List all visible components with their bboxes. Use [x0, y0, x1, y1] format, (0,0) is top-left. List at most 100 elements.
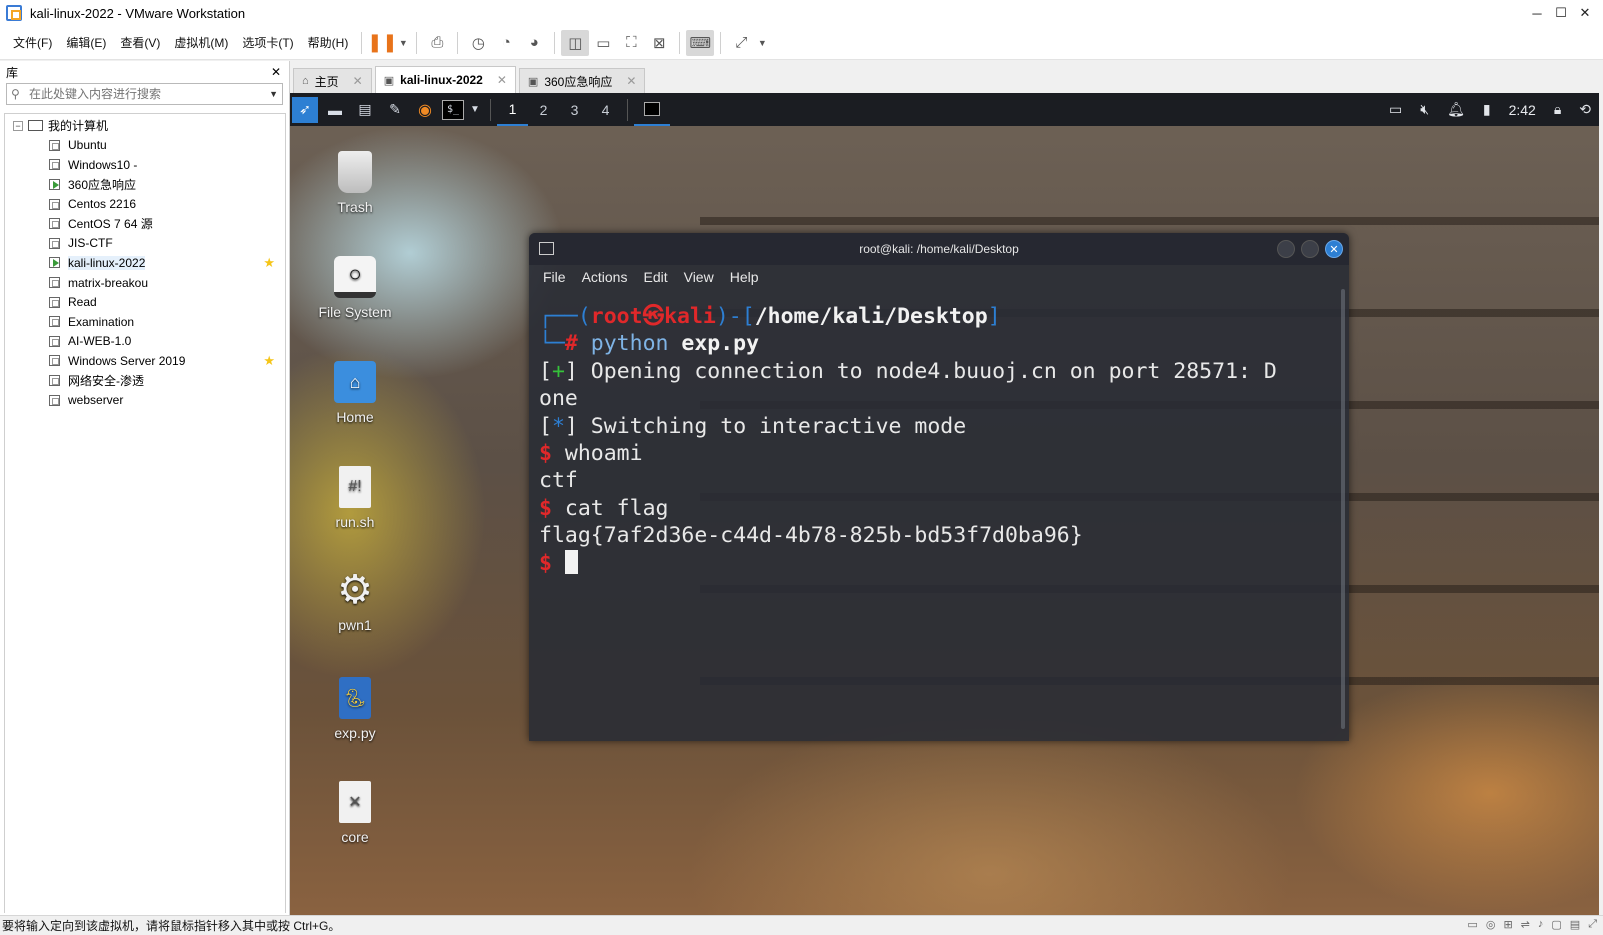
vm-icon	[49, 375, 60, 387]
terminal-menu-edit[interactable]: Edit	[643, 269, 667, 285]
revert-snapshot-icon[interactable]: ◔	[492, 30, 520, 56]
usb-icon[interactable]: ⇌	[1521, 918, 1530, 931]
terminal-menu-view[interactable]: View	[684, 269, 714, 285]
taskbar-terminal-button[interactable]	[634, 93, 670, 126]
tree-item-windows10[interactable]: Windows10 -	[5, 155, 285, 175]
terminal-menu-actions[interactable]: Actions	[582, 269, 628, 285]
tree-item-label: 360应急响应	[68, 178, 137, 193]
volume-muted-icon[interactable]: 🔇︎	[1420, 101, 1429, 118]
vm-display[interactable]: ➶ ▬ ▤ ✎ ◉ $_ ▼ 1 2 3 4 ▭ 🔇︎ 🔔︎ ▮ 2:42 🔒︎…	[290, 93, 1599, 916]
tree-item-examination[interactable]: Examination	[5, 312, 285, 332]
menu-file[interactable]: 文件(F)	[6, 34, 59, 51]
tab-close-icon[interactable]: ✕	[353, 74, 363, 88]
launcher-dropdown-icon[interactable]: ▼	[468, 97, 482, 123]
tree-item-centos-7[interactable]: CentOS 7 64 源	[5, 214, 285, 234]
collapse-icon[interactable]: −	[13, 120, 23, 131]
cd-rom-icon[interactable]: ◎	[1486, 918, 1496, 931]
thumbnail-bar-icon[interactable]: ▭	[589, 30, 617, 56]
tree-item-read[interactable]: Read	[5, 292, 285, 312]
tree-item-security[interactable]: 网络安全-渗透	[5, 371, 285, 391]
tree-item-360[interactable]: 360应急响应	[5, 175, 285, 195]
tree-item-windows-server[interactable]: Windows Server 2019 ★	[5, 351, 285, 371]
tree-item-centos-2216[interactable]: Centos 2216	[5, 194, 285, 214]
terminal-menu-help[interactable]: Help	[730, 269, 759, 285]
text-editor-icon[interactable]: ✎	[382, 97, 408, 123]
fullscreen-status-icon[interactable]: ⤢	[1588, 918, 1597, 931]
workspace-3[interactable]: 3	[559, 93, 590, 126]
desktop-icon-run-sh[interactable]: #! run.sh	[305, 466, 405, 530]
file-manager-icon[interactable]: ▤	[352, 97, 378, 123]
send-ctrl-alt-del-icon[interactable]: ⎙	[423, 30, 451, 56]
minimize-button[interactable]: ─	[1525, 6, 1549, 21]
hard-disk-icon[interactable]: ▭	[1467, 918, 1477, 931]
menu-vm[interactable]: 虚拟机(M)	[167, 34, 235, 51]
terminal-close-button[interactable]: ✕	[1325, 240, 1343, 258]
desktop-icon-core[interactable]: ✕ core	[305, 781, 405, 845]
tab-kali[interactable]: ▣ kali-linux-2022 ✕	[374, 66, 516, 93]
desktop-icon-home[interactable]: ⌂ Home	[305, 361, 405, 425]
workspace-2[interactable]: 2	[528, 93, 559, 126]
show-desktop-icon[interactable]: ▬	[322, 97, 348, 123]
lock-screen-icon[interactable]: 🔒︎	[1554, 101, 1561, 118]
pause-vm-icon[interactable]: ❚❚	[367, 30, 397, 56]
search-dropdown-icon[interactable]: ▼	[269, 89, 278, 99]
computer-icon	[28, 120, 43, 132]
power-dropdown-icon[interactable]: ▼	[396, 30, 410, 56]
terminal-scrollbar[interactable]	[1341, 289, 1345, 729]
full-screen-icon[interactable]: ⛶	[617, 30, 645, 56]
snapshot-manager-icon[interactable]: ◕	[520, 30, 548, 56]
network-icon[interactable]: ⊞	[1503, 918, 1512, 931]
close-button[interactable]: ✕	[1573, 5, 1597, 21]
tab-close-icon[interactable]: ✕	[497, 73, 507, 87]
tab-close-icon[interactable]: ✕	[626, 74, 636, 88]
tab-360[interactable]: ▣ 360应急响应 ✕	[518, 68, 646, 93]
clock[interactable]: 2:42	[1509, 102, 1536, 118]
tree-item-kali[interactable]: kali-linux-2022 ★	[5, 253, 285, 273]
library-search-input[interactable]	[29, 87, 270, 101]
snapshot-icon[interactable]: ◷	[464, 30, 492, 56]
menu-tabs[interactable]: 选项卡(T)	[235, 34, 300, 51]
stretch-guest-icon[interactable]: ⤢	[727, 30, 755, 56]
message-icon[interactable]: ▤	[1570, 918, 1580, 931]
kali-menu-icon[interactable]: ➶	[292, 96, 318, 123]
unity-icon[interactable]: ⊠	[645, 30, 673, 56]
terminal-window[interactable]: root@kali: /home/kali/Desktop ✕ File Act…	[529, 233, 1349, 741]
workspace-4[interactable]: 4	[590, 93, 621, 126]
tree-item-webserver[interactable]: webserver	[5, 390, 285, 410]
battery-icon[interactable]: ▮	[1483, 101, 1491, 118]
console-view-icon[interactable]: ⌨	[686, 29, 715, 56]
tree-item-matrix[interactable]: matrix-breakou	[5, 273, 285, 293]
vm-icon	[49, 198, 60, 210]
menu-edit[interactable]: 编辑(E)	[59, 34, 113, 51]
workspace-1[interactable]: 1	[497, 93, 528, 126]
display-icon[interactable]: ▭	[1389, 101, 1402, 118]
stretch-dropdown-icon[interactable]: ▼	[755, 30, 769, 56]
tree-item-ubuntu[interactable]: Ubuntu	[5, 136, 285, 156]
tree-item-jis-ctf[interactable]: JIS-CTF	[5, 234, 285, 254]
terminal-maximize-button[interactable]	[1301, 240, 1319, 258]
terminal-line-input[interactable]: $	[539, 549, 1349, 577]
tree-item-label: Windows Server 2019	[68, 353, 186, 368]
desktop-icon-pwn1[interactable]: ⚙ pwn1	[305, 568, 405, 633]
display-status-icon[interactable]: ▢	[1551, 918, 1561, 931]
logout-icon[interactable]: ⟲	[1579, 101, 1591, 118]
library-close-icon[interactable]: ✕	[271, 65, 281, 79]
sound-icon[interactable]: ♪	[1538, 918, 1544, 931]
terminal-menu-file[interactable]: File	[543, 269, 566, 285]
menu-view[interactable]: 查看(V)	[113, 34, 167, 51]
terminal-titlebar[interactable]: root@kali: /home/kali/Desktop ✕	[529, 233, 1349, 265]
desktop-icon-filesystem[interactable]: ○ File System	[305, 256, 405, 320]
notification-bell-icon[interactable]: 🔔︎	[1447, 101, 1465, 118]
firefox-icon[interactable]: ◉	[412, 97, 438, 123]
tab-home[interactable]: ⌂ 主页 ✕	[293, 68, 372, 93]
maximize-button[interactable]: ☐	[1549, 5, 1573, 21]
tree-item-ai-web[interactable]: AI-WEB-1.0	[5, 332, 285, 352]
terminal-output[interactable]: ┌──(root㉿kali)-[/home/kali/Desktop] └─# p…	[529, 289, 1349, 577]
terminal-launcher-icon[interactable]: $_	[442, 99, 464, 120]
show-library-icon[interactable]: ◫	[561, 29, 590, 56]
desktop-icon-exp-py[interactable]: 🐍︎ exp.py	[305, 677, 405, 741]
menu-help[interactable]: 帮助(H)	[301, 34, 356, 51]
desktop-icon-trash[interactable]: Trash	[305, 151, 405, 215]
tree-root-my-computer[interactable]: − 我的计算机	[5, 116, 285, 136]
terminal-minimize-button[interactable]	[1277, 240, 1295, 258]
